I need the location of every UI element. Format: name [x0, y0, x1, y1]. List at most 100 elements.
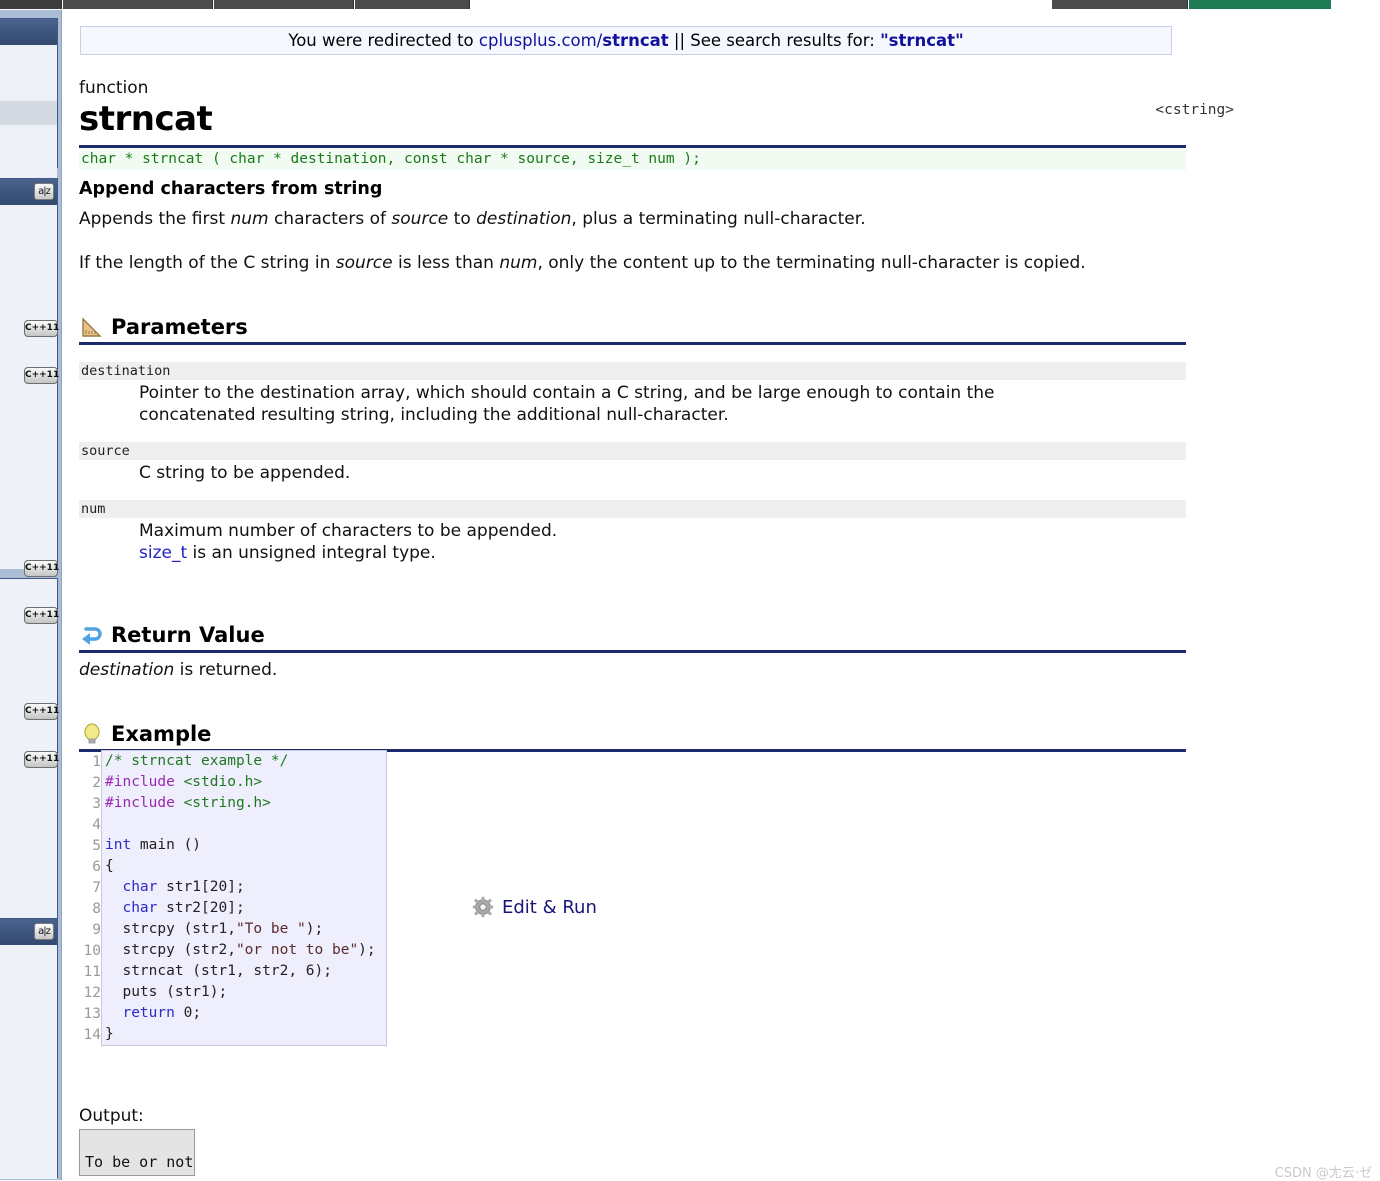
code-line-number: 7 [92, 880, 101, 896]
parameter-link-rest: is an unsigned integral type. [187, 542, 436, 563]
parameters-divider [79, 342, 1186, 345]
sidebar-panel-body-3[interactable] [0, 579, 57, 919]
plain-text: is less than [392, 253, 500, 273]
csdn-watermark: CSDN @尢云·ゼ [1274, 1166, 1372, 1181]
sidebar-panel-body-4[interactable] [0, 945, 57, 1179]
code-line-number: 8 [92, 901, 101, 917]
return-value-text: destination is returned. [79, 659, 1186, 681]
function-signature: char * strncat ( char * destination, con… [79, 148, 1186, 170]
redirect-separator: || [668, 31, 691, 50]
code-token: 0; [174, 1005, 202, 1021]
return-value-heading-label: Return Value [111, 623, 265, 647]
parameters-heading: Parameters [79, 313, 1186, 342]
chrome-tab-1[interactable] [0, 0, 62, 9]
example-heading-label: Example [111, 722, 212, 746]
chrome-tab-green[interactable] [1189, 0, 1331, 9]
code-line-numbers: 1 2 3 4 5 6 7 8 9 10 11 12 13 14 [63, 752, 101, 1046]
code-line: strcpy (str1,"To be "); [102, 919, 386, 940]
search-term: "strncat" [880, 31, 964, 50]
cxx11-badge-3: C++11 [24, 560, 59, 577]
sidebar-panel-header-2[interactable]: a|z [0, 179, 57, 205]
edit-and-run-button[interactable]: Edit & Run [472, 895, 597, 921]
plain-text: Appends the first [79, 209, 231, 229]
emphasis-text: source [335, 253, 393, 273]
code-token: { [105, 858, 114, 874]
code-token: main () [131, 837, 202, 853]
plain-text: characters of [268, 209, 392, 229]
code-line: char str1[20]; [102, 877, 386, 898]
code-line-number: 14 [83, 1027, 101, 1043]
code-line: puts (str1); [102, 982, 386, 1003]
sidebar-panel-header-1[interactable] [0, 19, 57, 45]
size-t-link[interactable]: size_t [139, 543, 187, 563]
code-line: { [102, 856, 386, 877]
sidebar-panel-body-2[interactable] [0, 205, 57, 569]
emphasis-text: destination [476, 209, 572, 229]
redirect-prefix: You were redirected to [288, 31, 479, 50]
parameter-description-line: C string to be appended. [139, 463, 351, 483]
left-sidebar[interactable]: a|z a|z C++11 C++11 C++11 C++11 C++11 C++11 [0, 10, 62, 1180]
code-block[interactable]: /* strncat example */#include <stdio.h> #… [101, 750, 387, 1046]
code-line-number: 6 [92, 859, 101, 875]
chrome-tab-5[interactable] [1052, 0, 1188, 9]
code-token: <string.h> [183, 795, 271, 811]
emphasis-text: num [499, 253, 538, 273]
redirect-domain: cplusplus.com/ [478, 31, 603, 50]
output-label: Output: [79, 1106, 144, 1126]
code-token: <stdio.h> [183, 774, 263, 790]
edit-and-run-label: Edit & Run [502, 897, 597, 918]
cxx11-badge-1: C++11 [24, 320, 59, 337]
code-token: int [105, 837, 132, 853]
emphasis-text: num [230, 209, 269, 229]
code-line-number: 4 [92, 817, 101, 833]
cxx11-badge-5: C++11 [24, 703, 59, 720]
code-token: #include [105, 774, 184, 790]
code-token: strcpy (str2, [105, 942, 236, 958]
alphabetical-sort-icon[interactable]: a|z [34, 183, 54, 200]
sidebar-panel-4[interactable]: a|z [0, 918, 58, 1179]
cxx11-badge-2: C++11 [24, 367, 59, 384]
sidebar-panel-1[interactable] [0, 18, 58, 225]
code-token: #include [105, 795, 184, 811]
chrome-tab-2[interactable] [63, 0, 213, 9]
code-line: } [102, 1024, 386, 1045]
plain-text: , plus a terminating null-character. [571, 209, 866, 229]
code-token: "or not to be" [235, 942, 359, 958]
code-line-number: 11 [83, 964, 101, 980]
code-token: /* strncat example */ [105, 753, 289, 769]
code-line: strcpy (str2,"or not to be"); [102, 940, 386, 961]
code-line-number: 12 [83, 985, 101, 1001]
parameter-description-line: Maximum number of characters to be appen… [139, 521, 558, 541]
chrome-tab-3[interactable] [214, 0, 354, 9]
parameters-heading-label: Parameters [111, 315, 248, 339]
parameter-description-destination: Pointer to the destination array, which … [139, 383, 1179, 427]
code-line-number: 9 [92, 922, 101, 938]
sidebar-panel-header-4[interactable]: a|z [0, 919, 57, 945]
parameter-description-line: size_t is an unsigned integral type. [139, 543, 1179, 565]
page-kicker: function [79, 78, 149, 98]
page-title: strncat [79, 99, 213, 139]
chrome-tab-4[interactable] [355, 0, 470, 9]
code-token: ); [305, 921, 324, 937]
code-line: #include <string.h> [102, 793, 386, 814]
search-results-prefix: See search results for: [690, 31, 881, 50]
alphabetical-sort-icon[interactable]: a|z [34, 923, 54, 940]
code-token: strncat (str1, str2, 6); [105, 963, 332, 979]
code-line: strncat (str1, str2, 6); [102, 961, 386, 982]
code-token: "To be " [235, 921, 306, 937]
parameter-description-line: Pointer to the destination array, which … [139, 383, 995, 403]
code-line-number: 2 [92, 775, 101, 791]
parameter-name-destination: destination [79, 362, 1186, 380]
code-token: char [122, 879, 158, 895]
sidebar-panel-3[interactable] [0, 578, 58, 919]
cxx11-badge-4: C++11 [24, 607, 59, 624]
redirect-link[interactable]: cplusplus.com/strncat [479, 31, 669, 50]
code-line-number: 13 [83, 1006, 101, 1022]
code-line: /* strncat example */ [102, 751, 386, 772]
redirect-term: strncat [602, 31, 669, 50]
parameter-description-num: Maximum number of characters to be appen… [139, 521, 1179, 565]
header-include-label: <cstring> [1155, 102, 1234, 118]
sidebar-selected-row[interactable] [0, 101, 57, 125]
